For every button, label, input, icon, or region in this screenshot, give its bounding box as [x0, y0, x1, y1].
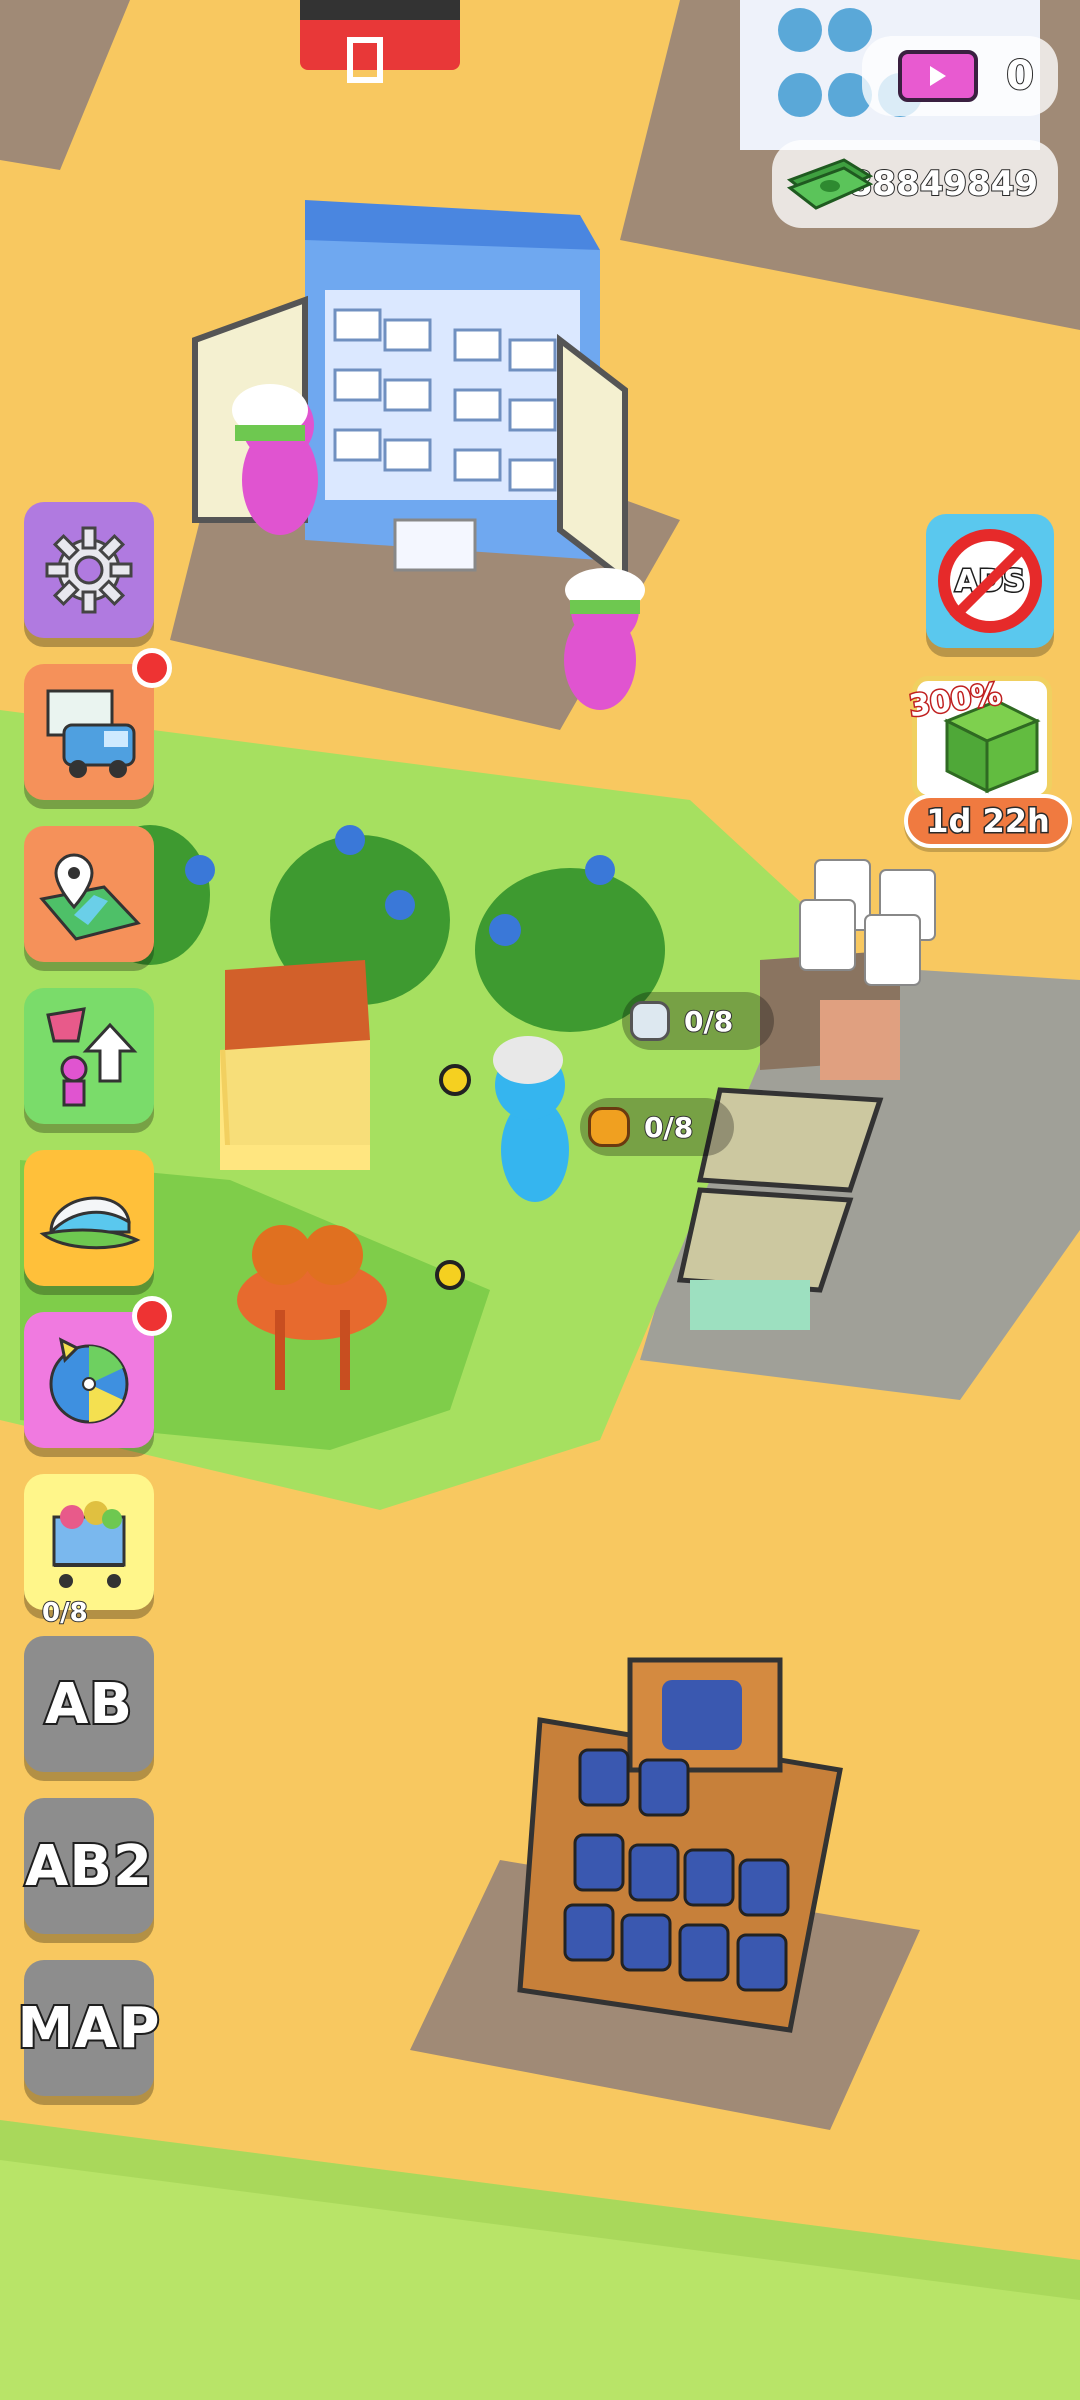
honey-count: 0/8 [643, 1110, 694, 1145]
staff-upgrade-icon [46, 1007, 138, 1107]
upgrade-staff-button[interactable] [24, 988, 154, 1124]
yogurt-cup-icon [630, 1001, 670, 1041]
map-label: MAP [15, 1994, 161, 2063]
cash-icon [784, 154, 874, 214]
ab-test-button[interactable]: AB [24, 1636, 154, 1772]
ticket-counter[interactable]: 0 [862, 36, 1058, 116]
boost-timer: 1d 22h [925, 801, 1052, 842]
yogurt-station-counter: 0/8 [622, 992, 774, 1050]
world-map-button[interactable] [24, 826, 154, 962]
ab2-label: AB2 [23, 1832, 154, 1901]
yogurt-count: 0/8 [683, 1004, 734, 1039]
ticket-icon [898, 50, 978, 102]
notification-badge [132, 1296, 172, 1336]
shopping-cart-icon [52, 1501, 126, 1588]
money-amount: 88849849 [848, 163, 1039, 205]
spin-wheel-icon [49, 1337, 129, 1424]
map-debug-button[interactable]: MAP [15, 1960, 162, 2096]
money-counter[interactable]: 88849849 [772, 140, 1058, 228]
truck-icon [46, 689, 136, 778]
hat-skins-button[interactable] [24, 1150, 154, 1286]
notification-badge [132, 648, 172, 688]
remove-ads-button[interactable]: ADS [926, 514, 1054, 648]
settings-button[interactable] [24, 502, 154, 638]
honey-jar-icon [588, 1107, 630, 1147]
ticket-count: 0 [1005, 52, 1035, 100]
game-scene [0, 0, 1080, 2400]
delivery-truck-button[interactable] [24, 648, 172, 800]
no-ads-icon: ADS [938, 529, 1042, 633]
lucky-wheel-button[interactable] [24, 1296, 172, 1448]
boost-timer-badge: 1d 22h [904, 794, 1072, 848]
gear-icon [45, 526, 133, 614]
offscreen-station-counter: 0/8 [0, 1594, 100, 1634]
honey-station-counter: 0/8 [580, 1098, 734, 1156]
ab2-test-button[interactable]: AB2 [23, 1798, 154, 1934]
offscreen-count: 0/8 [41, 1597, 89, 1629]
cash-boost-offer[interactable]: 300% [906, 675, 1052, 800]
cap-icon [39, 1196, 141, 1250]
shop-cart-button[interactable] [24, 1474, 154, 1610]
ab-label: AB [43, 1670, 134, 1739]
map-pin-icon [39, 853, 141, 941]
